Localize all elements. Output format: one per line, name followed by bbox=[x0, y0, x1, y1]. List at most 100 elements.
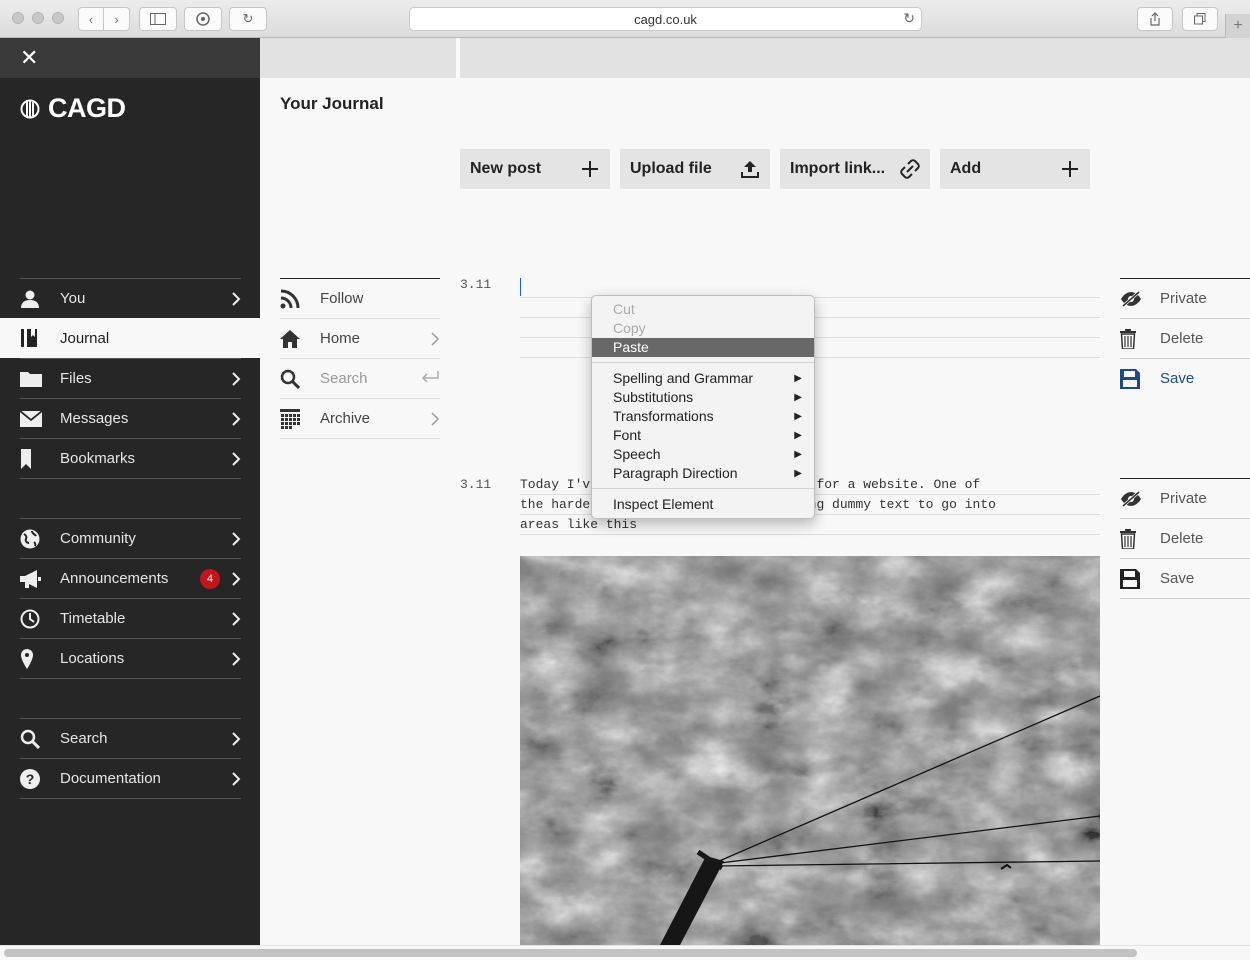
delete-button[interactable]: Delete bbox=[1120, 518, 1250, 558]
menu-separator bbox=[592, 488, 814, 489]
nav-divider bbox=[20, 798, 241, 799]
upload-file-button[interactable]: Upload file bbox=[620, 149, 770, 189]
cloudy-sky-image bbox=[520, 556, 1100, 945]
action-label: Private bbox=[1160, 490, 1207, 507]
delete-button[interactable]: Delete bbox=[1120, 318, 1250, 358]
submenu-arrow-icon: ▶ bbox=[794, 373, 802, 384]
menu-item-inspect-element[interactable]: Inspect Element bbox=[592, 495, 814, 514]
save-button[interactable]: Save bbox=[1120, 558, 1250, 598]
window-close-control[interactable] bbox=[12, 12, 24, 24]
sidebar-nav-tertiary: Search ? Documentation bbox=[20, 718, 241, 799]
tab-overview-button[interactable] bbox=[1182, 7, 1218, 31]
calendar-icon bbox=[280, 408, 300, 429]
sidebar-item-timetable[interactable]: Timetable bbox=[20, 598, 241, 638]
private-button[interactable]: Private bbox=[1120, 278, 1250, 318]
chevron-right-icon bbox=[232, 652, 241, 666]
share-button[interactable] bbox=[1137, 7, 1173, 31]
new-post-button[interactable]: New post bbox=[460, 149, 610, 189]
forward-button[interactable]: › bbox=[104, 7, 130, 31]
journal-subnav: Follow Home Search Archive bbox=[280, 278, 440, 439]
reload-icon: ↻ bbox=[242, 11, 254, 26]
subnav-label: Archive bbox=[320, 410, 371, 427]
search-placeholder[interactable]: Search bbox=[320, 370, 368, 387]
sidebar-item-label: Bookmarks bbox=[60, 450, 136, 467]
return-icon bbox=[421, 371, 439, 383]
sidebar-item-search[interactable]: Search bbox=[20, 718, 241, 758]
plus-icon bbox=[582, 161, 598, 177]
chevron-right-icon bbox=[232, 372, 241, 386]
sidebar-item-community[interactable]: Community bbox=[20, 518, 241, 558]
sidebar-item-files[interactable]: Files bbox=[20, 358, 241, 398]
eye-slash-icon bbox=[1121, 290, 1141, 307]
chevron-right-icon bbox=[232, 732, 241, 746]
megaphone-icon bbox=[20, 569, 41, 588]
window-zoom-control[interactable] bbox=[52, 12, 64, 24]
upload-icon bbox=[741, 161, 759, 178]
logo[interactable]: CAGD bbox=[20, 93, 126, 124]
sidebar-item-you[interactable]: You bbox=[20, 278, 241, 318]
new-tab-button[interactable]: + bbox=[1225, 14, 1250, 38]
address-bar[interactable]: cagd.co.uk ↻ bbox=[409, 7, 922, 31]
subnav-home[interactable]: Home bbox=[280, 318, 440, 358]
chevron-right-icon bbox=[232, 292, 241, 306]
refresh-icon[interactable]: ↻ bbox=[903, 10, 915, 27]
menu-item-paste[interactable]: Paste bbox=[592, 338, 814, 357]
menu-item-substitutions[interactable]: Substitutions ▶ bbox=[592, 388, 814, 407]
menu-item-spelling-and-grammar[interactable]: Spelling and Grammar ▶ bbox=[592, 369, 814, 388]
sidebar-item-announcements[interactable]: Announcements 4 bbox=[20, 558, 241, 598]
chevron-right-icon bbox=[431, 412, 440, 426]
menu-item-paragraph-direction[interactable]: Paragraph Direction ▶ bbox=[592, 464, 814, 483]
menu-item-transformations[interactable]: Transformations ▶ bbox=[592, 407, 814, 426]
sidebar-item-messages[interactable]: Messages bbox=[20, 398, 241, 438]
chevron-right-icon bbox=[232, 572, 241, 586]
menu-item-label: Cut bbox=[613, 301, 635, 317]
actions-divider bbox=[1120, 598, 1250, 599]
submenu-arrow-icon: ▶ bbox=[794, 449, 802, 460]
menu-item-speech[interactable]: Speech ▶ bbox=[592, 445, 814, 464]
horizontal-scrollbar[interactable] bbox=[0, 945, 1250, 960]
menu-item-label: Transformations bbox=[613, 408, 714, 424]
folder-icon bbox=[20, 372, 42, 387]
sidebar-item-bookmarks[interactable]: Bookmarks bbox=[20, 438, 241, 478]
submenu-arrow-icon: ▶ bbox=[794, 430, 802, 441]
save-button[interactable]: Save bbox=[1120, 358, 1250, 398]
sidebar-item-documentation[interactable]: ? Documentation bbox=[20, 758, 241, 798]
back-button[interactable]: ‹ bbox=[78, 7, 104, 31]
window-minimize-control[interactable] bbox=[32, 12, 44, 24]
menu-item-label: Inspect Element bbox=[613, 496, 714, 512]
menu-item-font[interactable]: Font ▶ bbox=[592, 426, 814, 445]
pin-icon bbox=[21, 648, 33, 669]
sidebar-item-label: Files bbox=[60, 370, 92, 387]
subnav-follow[interactable]: Follow bbox=[280, 278, 440, 318]
eye-slash-icon bbox=[1121, 490, 1141, 507]
action-label: Private bbox=[1160, 290, 1207, 307]
chevron-right-icon bbox=[431, 332, 440, 346]
bookmark-icon bbox=[21, 448, 31, 469]
menu-item-label: Paragraph Direction bbox=[613, 465, 738, 481]
add-button[interactable]: Add bbox=[940, 149, 1090, 189]
subnav-label: Home bbox=[320, 330, 361, 347]
extension-button[interactable] bbox=[184, 7, 222, 31]
subnav-search[interactable]: Search bbox=[280, 358, 440, 398]
private-button[interactable]: Private bbox=[1120, 478, 1250, 518]
floppy-disk-icon bbox=[1120, 368, 1140, 389]
reload-page-button[interactable]: ↻ bbox=[229, 7, 267, 31]
close-icon[interactable]: ✕ bbox=[20, 47, 38, 69]
sidebar-item-journal[interactable]: Journal bbox=[0, 318, 260, 358]
sidebar-toggle-button[interactable] bbox=[139, 7, 177, 31]
chevron-right-icon bbox=[232, 772, 241, 786]
clock-icon bbox=[20, 609, 40, 628]
subnav-archive[interactable]: Archive bbox=[280, 398, 440, 438]
sidebar-item-label: Announcements bbox=[60, 570, 169, 587]
browser-toolbar: ‹ › ↻ cagd.co.uk ↻ + bbox=[0, 0, 1250, 38]
journal-icon bbox=[21, 329, 37, 347]
plus-icon bbox=[1062, 161, 1078, 177]
scrollbar-thumb[interactable] bbox=[4, 949, 1137, 957]
sidebar-item-locations[interactable]: Locations bbox=[20, 638, 241, 678]
sidebar-item-label: Search bbox=[60, 730, 108, 747]
chevron-right-icon bbox=[232, 452, 241, 466]
button-label: New post bbox=[470, 160, 542, 177]
import-link-button[interactable]: Import link... bbox=[780, 149, 930, 189]
context-menu: Cut Copy Paste Spelling and Grammar ▶ Sub… bbox=[591, 295, 815, 519]
svg-text:?: ? bbox=[26, 771, 35, 787]
